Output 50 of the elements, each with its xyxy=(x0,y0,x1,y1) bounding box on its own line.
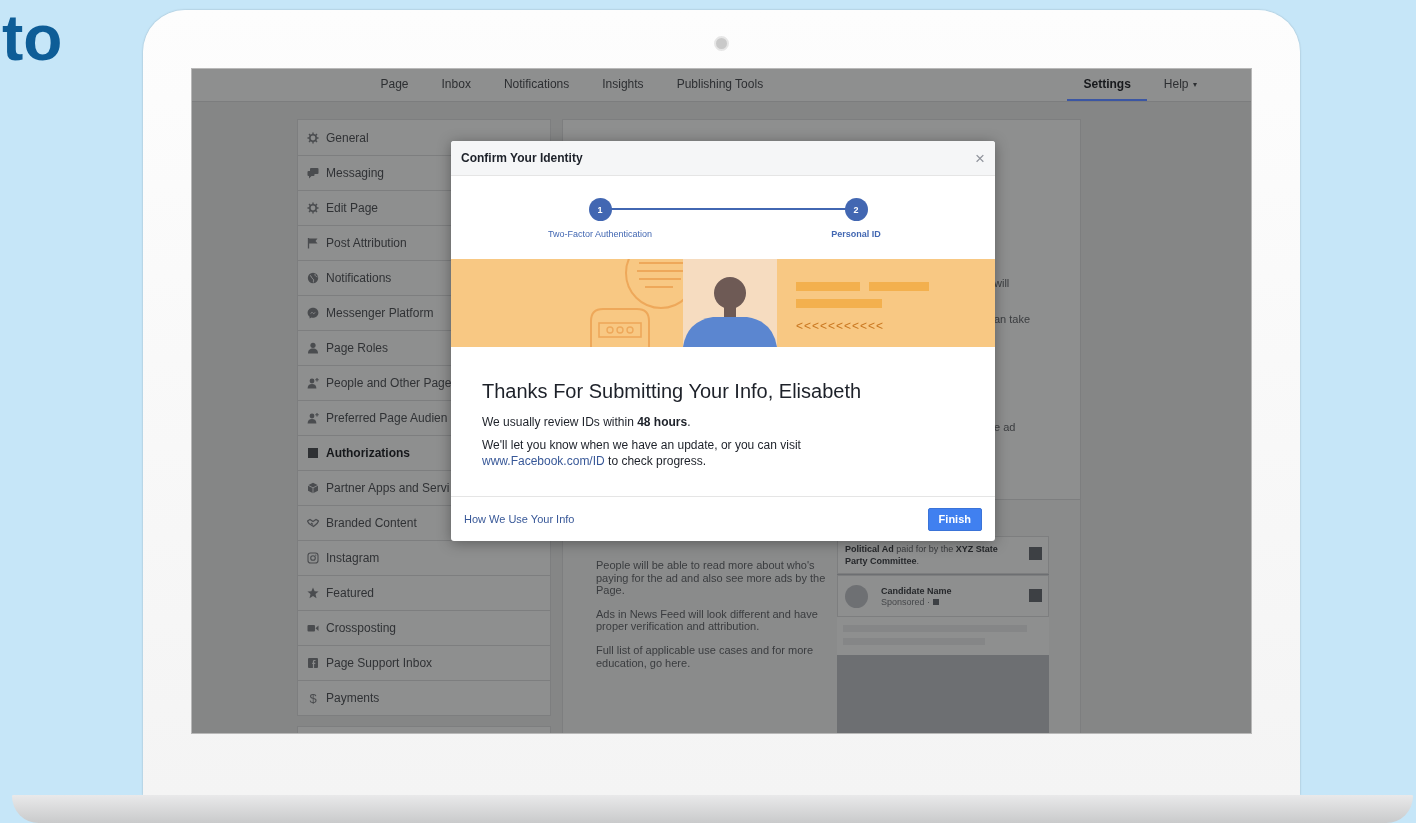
person-plus-icon xyxy=(307,377,319,389)
camera-icon xyxy=(307,552,319,564)
candidate-name: Candidate Name xyxy=(881,585,952,597)
panel-text: an take xyxy=(994,313,1032,326)
id-code-text: <<<<<<<<<<< xyxy=(796,319,885,333)
nav-tab[interactable]: Publishing Tools xyxy=(660,69,780,101)
step-number: 1 xyxy=(588,198,612,221)
sidebar-item[interactable]: Page Support Inbox xyxy=(298,645,550,680)
handshake-icon xyxy=(307,517,319,529)
nav-tab[interactable]: Notifications xyxy=(487,69,586,101)
sponsored-label: Sponsored · xyxy=(881,596,931,607)
flag-icon xyxy=(307,237,319,249)
info-paragraph: Ads in News Feed will look different and have proper verification and attribution. xyxy=(596,607,819,633)
sidebar-item[interactable]: $ Payments xyxy=(298,680,550,715)
gear-icon xyxy=(307,131,319,144)
square-icon xyxy=(1029,547,1042,560)
ad-disclaimer: Political Ad paid for by the XYZ State Party Committee. xyxy=(845,544,998,566)
close-button[interactable]: × xyxy=(975,149,985,167)
nav-tab[interactable]: Page xyxy=(364,69,426,101)
gear-icon xyxy=(307,202,319,214)
bubble-icon xyxy=(307,307,319,319)
finish-button[interactable]: Finish xyxy=(927,507,982,531)
step-label: Personal ID xyxy=(831,229,881,239)
person-plus-icon xyxy=(307,412,319,424)
f-square-icon xyxy=(307,657,319,669)
backdrop-heading: to xyxy=(2,6,63,70)
camera-icon xyxy=(714,36,729,51)
nav-tab[interactable]: Inbox xyxy=(425,69,488,101)
video-icon xyxy=(307,622,319,634)
nav-tab[interactable]: Insights xyxy=(585,69,661,101)
panel-text: e ad xyxy=(994,421,1017,434)
cube-icon xyxy=(307,482,319,494)
person-icon xyxy=(307,342,319,354)
square-icon xyxy=(307,447,319,459)
info-paragraph: Full list of applicable use cases and for more education, go here. xyxy=(596,643,815,670)
caret-icon: ▾ xyxy=(1192,79,1197,89)
nav-tab[interactable]: Help ▾ xyxy=(1147,69,1213,101)
step-number: 2 xyxy=(844,198,868,221)
dollar-icon: $ xyxy=(307,690,319,706)
nav-tab[interactable]: Settings xyxy=(1066,69,1148,101)
info-paragraph: People will be able to read more about who's paying for the ad and also see more ads by the Page. xyxy=(596,559,827,597)
chat-icon xyxy=(307,167,319,179)
square-icon xyxy=(1029,589,1042,602)
panel-text: will xyxy=(994,277,1011,290)
stamp-drawing xyxy=(590,308,650,347)
step-label: Two-Factor Authentication xyxy=(547,229,653,239)
avatar-circle xyxy=(845,584,868,608)
star-icon xyxy=(307,587,319,599)
sidebar-item[interactable]: Crossposting xyxy=(298,610,550,645)
sidebar-item[interactable]: Featured xyxy=(298,575,550,610)
